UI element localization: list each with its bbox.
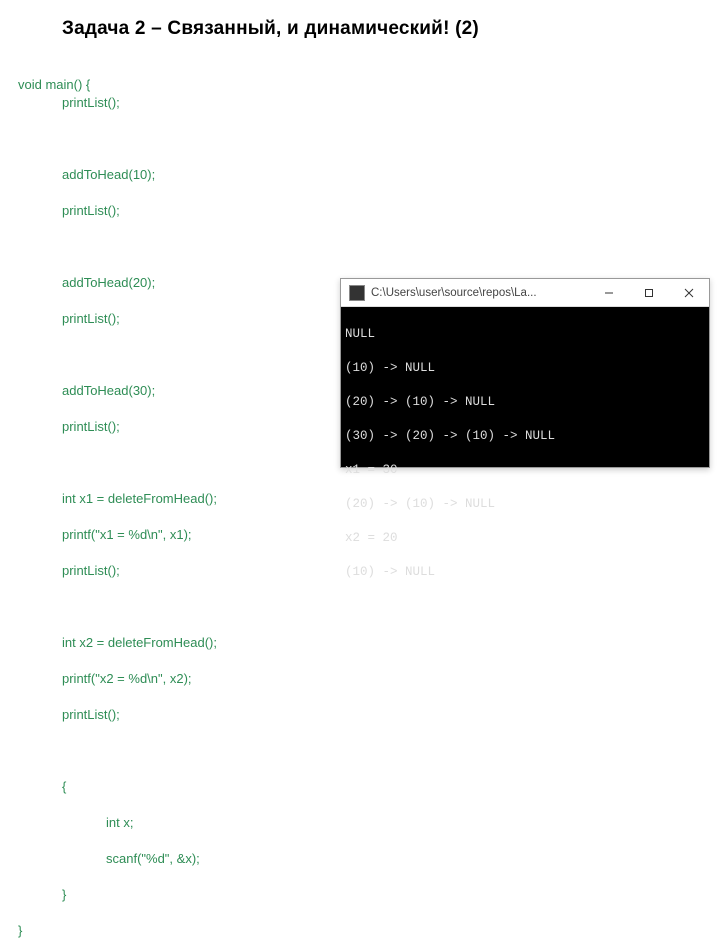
- code-line: printf("x1 = %d\n", x1);: [62, 526, 217, 544]
- output-line: (20) -> (10) -> NULL: [345, 394, 705, 411]
- window-title: C:\Users\user\source\repos\La...: [371, 287, 589, 299]
- code-block: void main() { printList(); addToHead(10)…: [18, 58, 217, 940]
- app-icon: [349, 285, 365, 301]
- slide-title: Задача 2 – Связанный, и динамический! (2…: [62, 18, 479, 40]
- window-controls: [589, 279, 709, 306]
- blank-line: [18, 454, 217, 472]
- minimize-icon: [604, 288, 614, 298]
- code-line: addToHead(10);: [62, 166, 217, 184]
- blank-line: [18, 130, 217, 148]
- blank-line: [18, 742, 217, 760]
- blank-line: [18, 598, 217, 616]
- code-line: int x2 = deleteFromHead();: [62, 634, 217, 652]
- code-line: int x;: [106, 814, 217, 832]
- code-line: }: [18, 923, 22, 938]
- output-line: (20) -> (10) -> NULL: [345, 496, 705, 513]
- code-line: void main() {: [18, 77, 90, 92]
- code-line: printList();: [62, 202, 217, 220]
- output-line: NULL: [345, 326, 705, 343]
- output-line: x2 = 20: [345, 530, 705, 547]
- code-line: addToHead(20);: [62, 274, 217, 292]
- code-line: printList();: [62, 94, 217, 112]
- code-line: int x1 = deleteFromHead();: [62, 490, 217, 508]
- close-icon: [684, 288, 694, 298]
- code-line: printList();: [62, 562, 217, 580]
- code-line: addToHead(30);: [62, 382, 217, 400]
- blank-line: [18, 346, 217, 364]
- minimize-button[interactable]: [589, 279, 629, 306]
- output-line: (10) -> NULL: [345, 564, 705, 581]
- code-line: }: [62, 886, 217, 904]
- maximize-icon: [644, 288, 654, 298]
- code-line: printList();: [62, 706, 217, 724]
- maximize-button[interactable]: [629, 279, 669, 306]
- blank-line: [18, 238, 217, 256]
- console-output: NULL (10) -> NULL (20) -> (10) -> NULL (…: [341, 307, 709, 467]
- code-line: printList();: [62, 310, 217, 328]
- window-titlebar: C:\Users\user\source\repos\La...: [341, 279, 709, 307]
- console-window: C:\Users\user\source\repos\La... NULL (1…: [340, 278, 710, 468]
- output-line: (30) -> (20) -> (10) -> NULL: [345, 428, 705, 445]
- code-line: printf("x2 = %d\n", x2);: [62, 670, 217, 688]
- code-line: {: [62, 778, 217, 796]
- output-line: x1 = 30: [345, 462, 705, 479]
- code-line: printList();: [62, 418, 217, 436]
- code-line: scanf("%d", &x);: [106, 850, 217, 868]
- output-line: (10) -> NULL: [345, 360, 705, 377]
- close-button[interactable]: [669, 279, 709, 306]
